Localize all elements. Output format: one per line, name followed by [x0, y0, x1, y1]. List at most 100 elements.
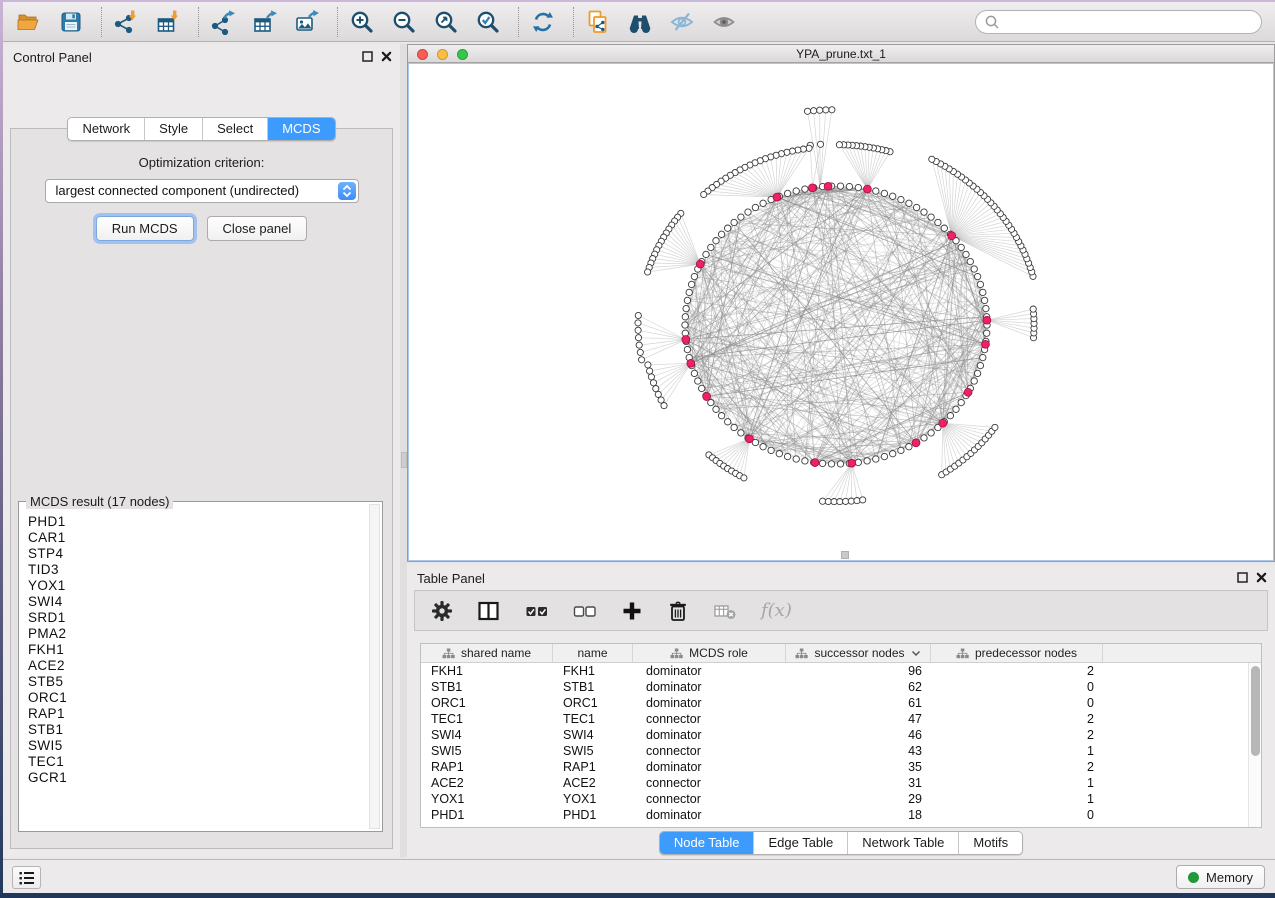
tab-style[interactable]: Style	[145, 118, 203, 140]
show-all-button[interactable]	[710, 8, 738, 36]
network-canvas[interactable]	[408, 63, 1274, 561]
mcds-result-item[interactable]: TEC1	[28, 754, 366, 770]
mcds-result-item[interactable]: SWI4	[28, 594, 366, 610]
cell-name: RAP1	[553, 760, 633, 774]
table-row-RAP1[interactable]: RAP1RAP1dominator352	[421, 759, 1261, 775]
table-panel-title: Table Panel	[417, 571, 485, 586]
cell-name: ORC1	[553, 696, 633, 710]
show-column-panel-button[interactable]	[477, 600, 501, 622]
tab-motifs[interactable]: Motifs	[959, 832, 1022, 854]
tab-network-table[interactable]: Network Table	[848, 832, 959, 854]
zoom-out-icon	[391, 9, 417, 35]
tab-mcds[interactable]: MCDS	[268, 118, 334, 140]
mcds-result-item[interactable]: CAR1	[28, 530, 366, 546]
mcds-result-item[interactable]: STP4	[28, 546, 366, 562]
table-row-STB1[interactable]: STB1STB1dominator620	[421, 679, 1261, 695]
table-row-TEC1[interactable]: TEC1TEC1connector472	[421, 711, 1261, 727]
toolbar-separator	[198, 7, 199, 37]
import-table-button[interactable]	[154, 8, 182, 36]
tab-select[interactable]: Select	[203, 118, 268, 140]
network-table-splitter-grip[interactable]	[841, 551, 849, 559]
close-panel-icon[interactable]	[1256, 572, 1267, 583]
zoom-in-icon	[349, 9, 375, 35]
refresh-view-button[interactable]	[529, 8, 557, 36]
fit-content-button[interactable]	[432, 8, 460, 36]
mcds-result-list[interactable]: PHD1CAR1STP4TID3YOX1SWI4SRD1PMA2FKH1ACE2…	[28, 514, 366, 827]
mcds-result-item[interactable]: YOX1	[28, 578, 366, 594]
mcds-result-item[interactable]: GCR1	[28, 770, 366, 786]
optimization-criterion-select[interactable]: largest connected component (undirected)	[45, 179, 359, 203]
open-session-button[interactable]	[15, 8, 43, 36]
close-panel-button[interactable]: Close panel	[207, 216, 308, 241]
column-header-shared-name[interactable]: shared name	[421, 644, 553, 662]
search-input[interactable]	[1005, 14, 1253, 29]
fit-content-icon	[433, 9, 459, 35]
network-graph[interactable]	[408, 63, 1274, 560]
create-column-button[interactable]	[621, 600, 643, 622]
node-table: shared namenameMCDS rolesuccessor nodesp…	[420, 643, 1262, 828]
table-panel-tabs: Node Table Edge Table Network Table Moti…	[407, 831, 1275, 855]
tab-network[interactable]: Network	[68, 118, 145, 140]
mcds-result-item[interactable]: STB1	[28, 722, 366, 738]
cell-name: SWI4	[553, 728, 633, 742]
mcds-result-item[interactable]: ACE2	[28, 658, 366, 674]
table-scrollbar[interactable]	[1248, 663, 1261, 827]
mcds-result-item[interactable]: SRD1	[28, 610, 366, 626]
export-image-button[interactable]	[293, 8, 321, 36]
table-row-YOX1[interactable]: YOX1YOX1connector291	[421, 791, 1261, 807]
zoom-in-button[interactable]	[348, 8, 376, 36]
mcds-result-item[interactable]: PMA2	[28, 626, 366, 642]
mcds-result-item[interactable]: STB5	[28, 674, 366, 690]
zoom-out-button[interactable]	[390, 8, 418, 36]
column-header-successor-nodes[interactable]: successor nodes	[786, 644, 931, 662]
table-row-ACE2[interactable]: ACE2ACE2connector311	[421, 775, 1261, 791]
table-row-PHD1[interactable]: PHD1PHD1dominator180	[421, 807, 1261, 823]
column-header-MCDS-role[interactable]: MCDS role	[633, 644, 786, 662]
cell-predecessor-nodes: 0	[931, 680, 1103, 694]
table-row-SWI5[interactable]: SWI5SWI5connector431	[421, 743, 1261, 759]
table-options-button[interactable]	[431, 600, 453, 622]
float-panel-icon[interactable]	[1237, 572, 1248, 583]
close-panel-icon[interactable]	[381, 51, 392, 62]
zoom-selected-icon	[475, 9, 501, 35]
tab-node-table[interactable]: Node Table	[660, 832, 755, 854]
table-scrollbar-thumb[interactable]	[1251, 666, 1260, 756]
table-row-ORC1[interactable]: ORC1ORC1dominator610	[421, 695, 1261, 711]
first-neighbors-button[interactable]	[626, 8, 654, 36]
cell-predecessor-nodes: 1	[931, 776, 1103, 790]
column-header-name[interactable]: name	[553, 644, 633, 662]
tab-edge-table[interactable]: Edge Table	[754, 832, 848, 854]
mcds-result-item[interactable]: RAP1	[28, 706, 366, 722]
mcds-result-item[interactable]: PHD1	[28, 514, 366, 530]
unselect-all-columns-button[interactable]	[573, 600, 597, 622]
run-mcds-button[interactable]: Run MCDS	[96, 216, 194, 241]
save-session-button[interactable]	[57, 8, 85, 36]
column-header-predecessor-nodes[interactable]: predecessor nodes	[931, 644, 1103, 662]
mcds-result-item[interactable]: SWI5	[28, 738, 366, 754]
import-network-button[interactable]	[112, 8, 140, 36]
table-body: FKH1FKH1dominator962STB1STB1dominator620…	[421, 663, 1261, 823]
splitter-grip[interactable]	[401, 452, 407, 468]
cell-name: YOX1	[553, 792, 633, 806]
network-window-titlebar[interactable]: YPA_prune.txt_1	[408, 45, 1274, 63]
mcds-result-item[interactable]: TID3	[28, 562, 366, 578]
cell-name: TEC1	[553, 712, 633, 726]
mcds-result-box: MCDS result (17 nodes) PHD1CAR1STP4TID3Y…	[18, 501, 383, 832]
mcds-result-scrollbar[interactable]	[369, 504, 380, 829]
hide-selected-button[interactable]	[668, 8, 696, 36]
mcds-result-item[interactable]: FKH1	[28, 642, 366, 658]
export-table-button[interactable]	[251, 8, 279, 36]
memory-button[interactable]: Memory	[1176, 865, 1265, 889]
show-panels-button[interactable]	[12, 866, 41, 889]
select-all-columns-button[interactable]	[525, 600, 549, 622]
table-row-SWI4[interactable]: SWI4SWI4dominator462	[421, 727, 1261, 743]
export-network-button[interactable]	[209, 8, 237, 36]
mcds-result-item[interactable]: ORC1	[28, 690, 366, 706]
table-row-FKH1[interactable]: FKH1FKH1dominator962	[421, 663, 1261, 679]
zoom-selected-button[interactable]	[474, 8, 502, 36]
search-box[interactable]	[975, 10, 1262, 34]
delete-column-button[interactable]	[667, 600, 689, 622]
vertical-splitter[interactable]	[400, 44, 407, 857]
new-network-from-selection-button[interactable]	[584, 8, 612, 36]
float-panel-icon[interactable]	[362, 51, 373, 62]
